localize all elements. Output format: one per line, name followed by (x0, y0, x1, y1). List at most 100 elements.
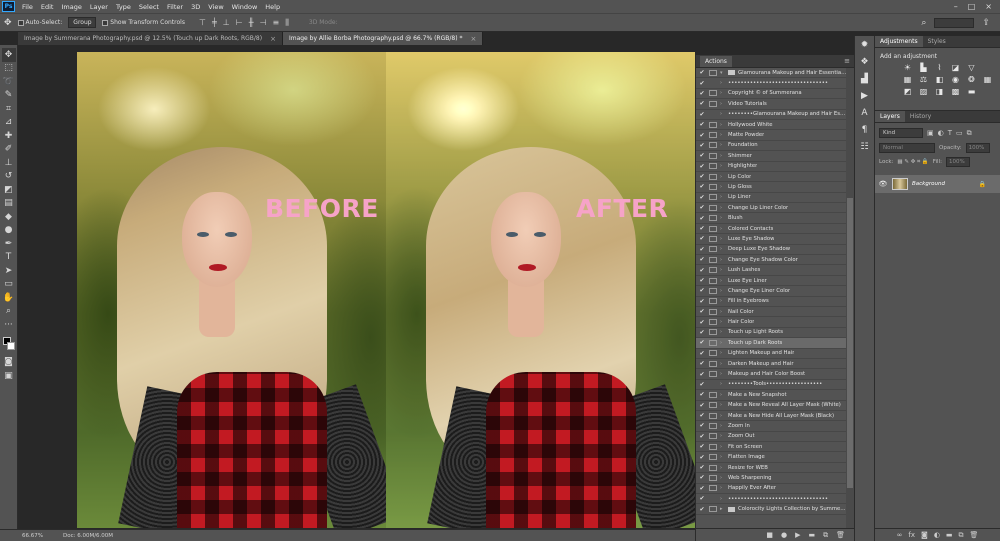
action-row[interactable]: ✔ › Luxe Eye Liner (696, 276, 847, 287)
lasso-tool-icon[interactable]: ➰ (2, 75, 16, 89)
action-row[interactable]: ✔ › Video Tutorials (696, 99, 847, 110)
filter-smart-icon[interactable]: ⧉ (967, 129, 972, 138)
dialog-toggle-icon[interactable] (709, 360, 717, 367)
chevron-right-icon[interactable]: › (720, 381, 728, 387)
selective-color-icon[interactable]: ▩ (950, 87, 961, 96)
layer-style-icon[interactable]: fx (908, 531, 915, 539)
lock-icon[interactable]: 🔒 (979, 181, 986, 188)
dialog-toggle-icon[interactable] (709, 173, 717, 180)
action-row[interactable]: ✔ › Touch up Dark Roots (696, 338, 847, 349)
align-top-icon[interactable]: ⊤ (199, 18, 206, 28)
dialog-toggle-icon[interactable] (709, 100, 717, 107)
dialog-toggle-icon[interactable] (709, 433, 717, 440)
check-icon[interactable]: ✔ (696, 142, 708, 149)
chevron-right-icon[interactable]: › (720, 194, 728, 200)
check-icon[interactable]: ✔ (696, 215, 708, 222)
dialog-toggle-icon[interactable] (709, 235, 717, 242)
check-icon[interactable]: ✔ (696, 329, 708, 336)
check-icon[interactable]: ✔ (696, 111, 708, 118)
dialog-toggle-icon[interactable] (709, 225, 717, 232)
chevron-right-icon[interactable]: › (720, 340, 728, 346)
chevron-right-icon[interactable]: › (720, 298, 728, 304)
black-white-icon[interactable]: ◧ (934, 75, 945, 84)
chevron-right-icon[interactable]: › (720, 444, 728, 450)
check-icon[interactable]: ✔ (696, 80, 708, 87)
chevron-right-icon[interactable]: › (720, 329, 728, 335)
eyedropper-tool-icon[interactable]: ⊿ (2, 116, 16, 130)
add-mask-icon[interactable]: ◙ (921, 531, 928, 539)
action-row[interactable]: ✔ › Matte Powder (696, 130, 847, 141)
chevron-right-icon[interactable]: › (720, 309, 728, 315)
tab-styles[interactable]: Styles (923, 36, 951, 47)
minimize-button[interactable]: – (954, 2, 958, 11)
chevron-right-icon[interactable]: › (720, 288, 728, 294)
chevron-down-icon[interactable]: ▾ (720, 70, 728, 76)
dialog-toggle-icon[interactable] (709, 277, 717, 284)
chevron-right-icon[interactable]: › (720, 236, 728, 242)
menu-select[interactable]: Select (135, 3, 163, 11)
chevron-right-icon[interactable]: › (720, 246, 728, 252)
dialog-toggle-icon[interactable] (709, 308, 717, 315)
align-vcenter-icon[interactable]: ╪ (212, 18, 217, 28)
chevron-right-icon[interactable]: › (720, 184, 728, 190)
chevron-right-icon[interactable]: › (720, 454, 728, 460)
check-icon[interactable]: ✔ (696, 194, 708, 201)
quick-mask-icon[interactable]: ◙ (2, 356, 16, 370)
chevron-right-icon[interactable]: › (720, 153, 728, 159)
close-button[interactable]: × (985, 2, 992, 11)
dialog-toggle-icon[interactable] (709, 215, 717, 222)
zoom-tool-icon[interactable]: ⌕ (2, 305, 16, 319)
action-row[interactable]: ✔ › Make a New Hide All Layer Mask (Black) (696, 411, 847, 422)
dialog-toggle-icon[interactable] (709, 69, 717, 76)
chevron-right-icon[interactable]: › (720, 215, 728, 221)
close-tab-icon[interactable]: × (470, 35, 476, 43)
check-icon[interactable]: ✔ (696, 246, 708, 253)
more-tools-icon[interactable]: ··· (2, 318, 16, 332)
actions-panel-icon[interactable]: ▶ (861, 91, 868, 101)
dialog-toggle-icon[interactable] (709, 111, 717, 117)
action-row[interactable]: ✔ › Fit on Screen (696, 442, 847, 453)
link-layers-icon[interactable]: ∞ (897, 531, 903, 539)
chevron-right-icon[interactable]: › (720, 257, 728, 263)
tab-adjustments[interactable]: Adjustments (875, 36, 923, 47)
dialog-toggle-icon[interactable] (709, 391, 717, 398)
dialog-toggle-icon[interactable] (709, 142, 717, 149)
lock-icons[interactable]: ▦ ✎ ✥ ⌗ 🔒 (897, 159, 928, 166)
dialog-toggle-icon[interactable] (709, 422, 717, 429)
action-row[interactable]: ✔ › Luxe Eye Shadow (696, 234, 847, 245)
chevron-right-icon[interactable]: › (720, 413, 728, 419)
check-icon[interactable]: ✔ (696, 506, 708, 513)
new-adjustment-icon[interactable]: ◐ (934, 531, 940, 539)
chevron-right-icon[interactable]: › (720, 392, 728, 398)
align-hcenter-icon[interactable]: ╫ (249, 18, 254, 28)
action-row[interactable]: ✔ › Hair Color (696, 317, 847, 328)
chevron-right-icon[interactable]: › (720, 475, 728, 481)
action-row[interactable]: ✔ › Deep Luxe Eye Shadow (696, 245, 847, 256)
action-row[interactable]: ✔ › Resize for WEB (696, 463, 847, 474)
action-set-row[interactable]: ✔ ▾ Glamourana Makeup and Hair Essentials … (696, 68, 847, 79)
document-canvas[interactable]: BEFORE AFTER (18, 45, 695, 528)
color-balance-icon[interactable]: ⚖ (918, 75, 929, 84)
chevron-right-icon[interactable]: › (720, 80, 728, 86)
chevron-right-icon[interactable]: › (720, 226, 728, 232)
action-row[interactable]: ✔ › Web Sharpening (696, 473, 847, 484)
channel-mixer-icon[interactable]: ❂ (966, 75, 977, 84)
libraries-panel-icon[interactable]: ❖ (860, 57, 868, 67)
auto-select-dropdown[interactable]: Group (68, 17, 97, 28)
action-row[interactable]: ✔ › •••••••••••••••••••••••••••••••• (696, 78, 847, 89)
healing-brush-tool-icon[interactable]: ✚ (2, 129, 16, 143)
check-icon[interactable]: ✔ (696, 132, 708, 139)
dialog-toggle-icon[interactable] (709, 496, 717, 502)
chevron-right-icon[interactable]: › (720, 101, 728, 107)
new-set-icon[interactable]: ▬ (808, 531, 815, 539)
layer-filter-kind[interactable]: Kind (879, 128, 923, 138)
check-icon[interactable]: ✔ (696, 152, 708, 159)
action-row[interactable]: ✔ › Blush (696, 213, 847, 224)
menu-filter[interactable]: Filter (163, 3, 187, 11)
check-icon[interactable]: ✔ (696, 225, 708, 232)
blur-tool-icon[interactable]: ◆ (2, 210, 16, 224)
move-tool-icon[interactable]: ✥ (4, 18, 12, 28)
menu-3d[interactable]: 3D (187, 3, 204, 11)
dialog-toggle-icon[interactable] (709, 163, 717, 170)
action-row[interactable]: ✔ › Nail Color (696, 307, 847, 318)
